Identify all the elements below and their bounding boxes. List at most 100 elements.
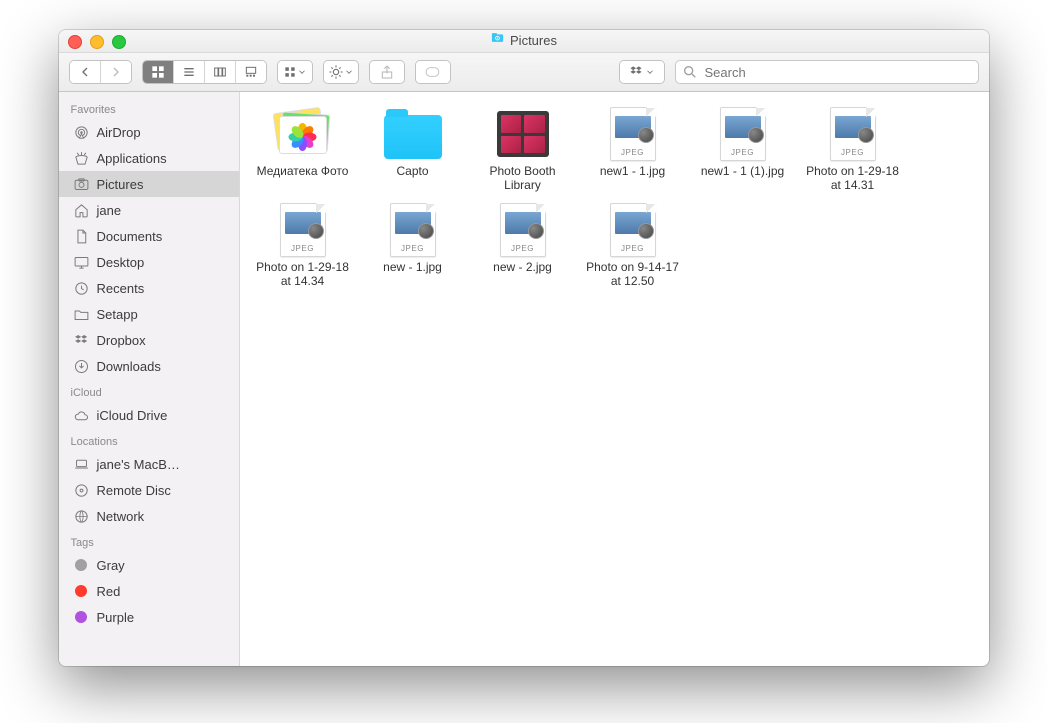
home-icon — [73, 202, 90, 219]
sidebar-item-label: Downloads — [97, 359, 161, 374]
file-label: new1 - 1.jpg — [600, 164, 665, 178]
tag-gray-icon — [73, 557, 90, 574]
action-menu[interactable] — [323, 60, 359, 84]
airdrop-icon — [73, 124, 90, 141]
file-label: new1 - 1 (1).jpg — [701, 164, 784, 178]
sidebar-item-label: Remote Disc — [97, 483, 171, 498]
view-mode-segmented — [142, 60, 267, 84]
tag-purple-icon — [73, 609, 90, 626]
tags-button[interactable] — [415, 60, 451, 84]
file-thumbnail-folder — [381, 108, 445, 160]
sidebar-item-icloud-drive[interactable]: iCloud Drive — [59, 402, 239, 428]
file-thumbnail-jpeg: JPEG — [381, 204, 445, 256]
share-button[interactable] — [369, 60, 405, 84]
file-thumbnail-photo-booth — [491, 108, 555, 160]
title-folder-icon — [490, 30, 505, 52]
dropbox-icon — [73, 332, 90, 349]
sidebar-item-label: jane's MacB… — [97, 457, 180, 472]
sidebar-item-desktop[interactable]: Desktop — [59, 249, 239, 275]
sidebar-item-label: Purple — [97, 610, 135, 625]
laptop-icon — [73, 456, 90, 473]
dropbox-toolbar-menu[interactable] — [619, 60, 665, 84]
sidebar-item-label: Documents — [97, 229, 163, 244]
sidebar-item-setapp[interactable]: Setapp — [59, 301, 239, 327]
desktop-icon — [73, 254, 90, 271]
sidebar-item-red[interactable]: Red — [59, 578, 239, 604]
sidebar-item-label: jane — [97, 203, 122, 218]
globe-icon — [73, 508, 90, 525]
sidebar-item-remote-disc[interactable]: Remote Disc — [59, 477, 239, 503]
file-item[interactable]: JPEG Photo on 9-14-17 at 12.50 — [578, 204, 688, 288]
sidebar-item-downloads[interactable]: Downloads — [59, 353, 239, 379]
sidebar-section-header: Locations — [59, 428, 239, 451]
gallery-view-button[interactable] — [235, 61, 266, 83]
file-thumbnail-jpeg: JPEG — [711, 108, 775, 160]
minimize-button[interactable] — [90, 35, 104, 49]
column-view-button[interactable] — [204, 61, 235, 83]
file-thumbnail-jpeg: JPEG — [601, 108, 665, 160]
sidebar-item-dropbox[interactable]: Dropbox — [59, 327, 239, 353]
documents-icon — [73, 228, 90, 245]
finder-window: Pictures — [59, 30, 989, 666]
downloads-icon — [73, 358, 90, 375]
sidebar-item-label: Recents — [97, 281, 145, 296]
file-thumbnail-photos-lib — [271, 108, 335, 160]
file-thumbnail-jpeg: JPEG — [491, 204, 555, 256]
sidebar-item-gray[interactable]: Gray — [59, 552, 239, 578]
sidebar-item-recents[interactable]: Recents — [59, 275, 239, 301]
file-label: Capto — [396, 164, 428, 178]
pictures-icon — [73, 176, 90, 193]
apps-icon — [73, 150, 90, 167]
sidebar-section-header: Tags — [59, 529, 239, 552]
sidebar-section-header: iCloud — [59, 379, 239, 402]
search-field[interactable] — [675, 60, 979, 84]
sidebar-item-label: Applications — [97, 151, 167, 166]
sidebar-item-label: Pictures — [97, 177, 144, 192]
file-item[interactable]: JPEGPhoto on 1-29-18 at 14.34 — [248, 204, 358, 288]
file-item[interactable]: Медиатека Фото — [248, 108, 358, 192]
back-button[interactable] — [70, 61, 100, 83]
search-input[interactable] — [703, 64, 972, 81]
group-menu[interactable] — [277, 60, 313, 84]
toolbar — [59, 53, 989, 92]
sidebar-item-documents[interactable]: Documents — [59, 223, 239, 249]
sidebar-section-header: Favorites — [59, 96, 239, 119]
list-view-button[interactable] — [173, 61, 204, 83]
icon-view-button[interactable] — [143, 61, 173, 83]
sidebar-item-jane-s-macb-[interactable]: jane's MacB… — [59, 451, 239, 477]
file-label: Медиатека Фото — [257, 164, 349, 178]
file-label: Photo on 1-29-18 at 14.31 — [801, 164, 905, 192]
file-thumbnail-jpeg: JPEG — [821, 108, 885, 160]
file-item[interactable]: JPEG new1 - 1 (1).jpg — [688, 108, 798, 192]
sidebar-item-label: Setapp — [97, 307, 138, 322]
sidebar-item-jane[interactable]: jane — [59, 197, 239, 223]
forward-button[interactable] — [100, 61, 131, 83]
zoom-button[interactable] — [112, 35, 126, 49]
sidebar-item-label: Red — [97, 584, 121, 599]
sidebar-item-airdrop[interactable]: AirDrop — [59, 119, 239, 145]
sidebar-item-purple[interactable]: Purple — [59, 604, 239, 630]
file-item[interactable]: JPEGnew - 1.jpg — [358, 204, 468, 288]
recents-icon — [73, 280, 90, 297]
sidebar-item-pictures[interactable]: Pictures — [59, 171, 239, 197]
sidebar: Favorites AirDrop Applications Pictures jane… — [59, 92, 240, 666]
sidebar-item-applications[interactable]: Applications — [59, 145, 239, 171]
content-area: Медиатека ФотоCaptoPhoto Booth LibraryJP… — [240, 92, 989, 666]
file-label: new - 2.jpg — [493, 260, 552, 274]
sidebar-item-label: Dropbox — [97, 333, 146, 348]
file-item[interactable]: Photo Booth Library — [468, 108, 578, 192]
sidebar-item-label: iCloud Drive — [97, 408, 168, 423]
file-grid: Медиатека ФотоCaptoPhoto Booth LibraryJP… — [248, 106, 981, 298]
sidebar-item-label: Desktop — [97, 255, 145, 270]
sidebar-item-label: AirDrop — [97, 125, 141, 140]
file-item[interactable]: JPEG new1 - 1.jpg — [578, 108, 688, 192]
nav-back-forward — [69, 60, 132, 84]
file-label: Photo on 9-14-17 at 12.50 — [581, 260, 685, 288]
sidebar-item-network[interactable]: Network — [59, 503, 239, 529]
file-item[interactable]: JPEG Photo on 1-29-18 at 14.31 — [798, 108, 908, 192]
file-item[interactable]: JPEG new - 2.jpg — [468, 204, 578, 288]
file-thumbnail-jpeg: JPEG — [601, 204, 665, 256]
close-button[interactable] — [68, 35, 82, 49]
disc-icon — [73, 482, 90, 499]
file-item[interactable]: Capto — [358, 108, 468, 192]
